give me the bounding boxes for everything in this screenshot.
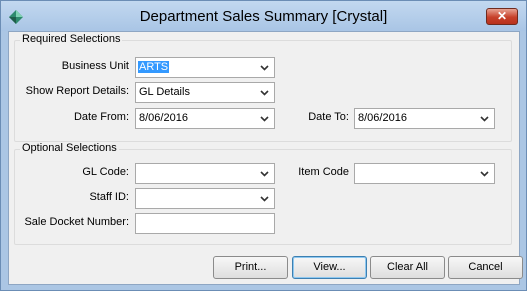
- dialog-body: Required Selections Business Unit ARTS S…: [8, 31, 523, 285]
- chevron-down-icon[interactable]: [477, 111, 492, 126]
- show-report-details-value: GL Details: [139, 86, 190, 98]
- chevron-down-icon[interactable]: [257, 191, 272, 206]
- date-from-picker[interactable]: 8/06/2016: [135, 108, 275, 129]
- chevron-down-icon[interactable]: [257, 85, 272, 100]
- date-from-label: Date From:: [73, 111, 129, 123]
- business-unit-combo[interactable]: ARTS: [135, 57, 275, 78]
- item-code-label: Item Code: [298, 166, 349, 178]
- sale-docket-number-input[interactable]: [135, 213, 275, 234]
- date-from-value: 8/06/2016: [139, 112, 188, 124]
- view-button[interactable]: View...: [292, 256, 367, 279]
- chevron-down-icon[interactable]: [257, 60, 272, 75]
- gl-code-label: GL Code:: [82, 166, 129, 178]
- business-unit-value: ARTS: [138, 61, 170, 73]
- cancel-button[interactable]: Cancel: [448, 256, 523, 279]
- close-button[interactable]: ✕: [486, 8, 518, 25]
- chevron-down-icon[interactable]: [257, 111, 272, 126]
- optional-selections-legend: Optional Selections: [20, 142, 119, 154]
- staff-id-label: Staff ID:: [89, 191, 129, 203]
- staff-id-combo[interactable]: [135, 188, 275, 209]
- clear-all-button[interactable]: Clear All: [370, 256, 445, 279]
- date-to-value: 8/06/2016: [358, 112, 407, 124]
- item-code-combo[interactable]: [354, 163, 495, 184]
- chevron-down-icon[interactable]: [477, 166, 492, 181]
- title-bar[interactable]: Department Sales Summary [Crystal] ✕: [1, 1, 526, 31]
- business-unit-label: Business Unit: [61, 60, 129, 72]
- chevron-down-icon[interactable]: [257, 166, 272, 181]
- show-report-details-combo[interactable]: GL Details: [135, 82, 275, 103]
- date-to-label: Date To:: [308, 111, 349, 123]
- dialog-window: Department Sales Summary [Crystal] ✕ Req…: [0, 0, 527, 291]
- window-title: Department Sales Summary [Crystal]: [139, 8, 388, 25]
- date-to-picker[interactable]: 8/06/2016: [354, 108, 495, 129]
- show-report-details-label: Show Report Details:: [25, 85, 129, 97]
- print-button[interactable]: Print...: [213, 256, 288, 279]
- sale-docket-number-label: Sale Docket Number:: [24, 216, 129, 228]
- gl-code-combo[interactable]: [135, 163, 275, 184]
- required-selections-legend: Required Selections: [20, 33, 123, 45]
